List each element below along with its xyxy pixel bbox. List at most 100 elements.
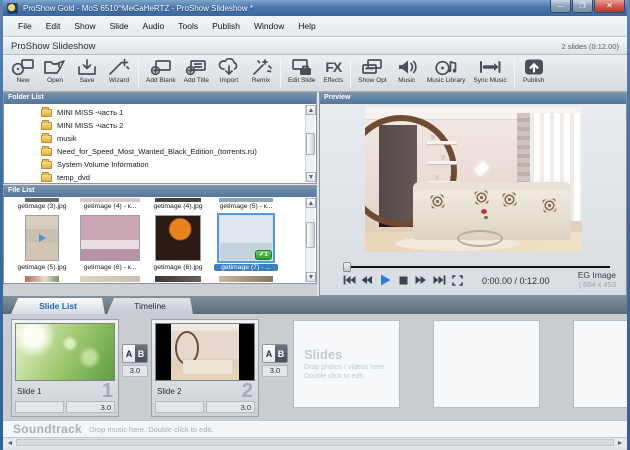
empty-slide-placeholder[interactable] <box>433 320 540 408</box>
file-label[interactable]: getimage (3).jpg <box>10 203 74 210</box>
file-thumbnail[interactable] <box>80 215 140 261</box>
scroll-up-icon[interactable] <box>306 198 316 208</box>
close-button[interactable]: ✕ <box>594 0 625 13</box>
save-show-button[interactable]: Save <box>71 58 103 84</box>
transition-duration[interactable]: 3.0 <box>262 365 288 377</box>
menu-item-publish[interactable]: Publish <box>205 17 247 35</box>
skip-start-button[interactable] <box>342 274 356 286</box>
folder-item[interactable]: Need_for_Speed_Most_Wanted_Black_Edition… <box>4 145 305 158</box>
soundtrack-bar[interactable]: Soundtrack Drop music here. Double click… <box>3 420 627 437</box>
slide-2-thumbnail[interactable] <box>155 323 255 381</box>
app-icon <box>7 3 18 14</box>
menu-item-tools[interactable]: Tools <box>171 17 205 35</box>
file-label[interactable]: getimage (6) - к... <box>78 264 142 271</box>
skip-end-button[interactable] <box>432 274 446 286</box>
file-thumbnail[interactable] <box>155 276 201 282</box>
stop-button[interactable] <box>396 274 410 286</box>
minimize-button[interactable]: — <box>550 0 571 13</box>
file-thumbnail[interactable] <box>219 198 273 202</box>
publish-button[interactable]: Publish <box>518 58 550 84</box>
menu-item-window[interactable]: Window <box>247 17 291 35</box>
folder-item[interactable]: temp_dvd <box>4 171 305 182</box>
slide-duration[interactable]: 3.0 <box>66 401 115 413</box>
slide-2[interactable]: Slide 2 2 3.0 <box>151 319 259 417</box>
transition-button[interactable]: A B <box>122 344 148 363</box>
music-button[interactable]: Music <box>391 58 423 84</box>
toolbar-separator <box>350 59 351 88</box>
slide-option-box[interactable] <box>155 401 204 413</box>
scrollbar-thumb[interactable] <box>306 133 315 155</box>
edit-slide-button[interactable]: Edit Slide <box>284 58 319 84</box>
fast-forward-button[interactable] <box>414 274 428 286</box>
music-library-button[interactable]: Music Library <box>423 58 470 84</box>
menu-item-slide[interactable]: Slide <box>103 17 136 35</box>
slide-1-settings: 3.0 <box>12 401 118 416</box>
horizontal-scrollbar[interactable] <box>3 437 627 447</box>
file-thumbnail[interactable] <box>25 276 59 282</box>
play-button[interactable] <box>378 274 392 286</box>
file-thumbnail-selected[interactable]: ✓1 <box>217 213 275 263</box>
effects-button[interactable]: FX Effects <box>319 58 347 84</box>
fullscreen-button[interactable] <box>450 274 464 286</box>
add-blank-button[interactable]: Add Blank <box>142 58 180 84</box>
folder-list-scrollbar[interactable] <box>305 105 315 182</box>
file-label[interactable]: getimage (6).jpg <box>146 264 210 271</box>
transition-button[interactable]: A B <box>262 344 288 363</box>
show-options-button[interactable]: Show Opt <box>354 58 391 84</box>
new-show-button[interactable]: New <box>7 58 39 84</box>
scroll-up-icon[interactable] <box>306 105 316 115</box>
folder-item[interactable]: musik <box>4 132 305 145</box>
file-label[interactable]: getimage (5) - к... <box>214 203 278 210</box>
tab-slide-list[interactable]: Slide List <box>11 298 105 314</box>
file-label[interactable]: getimage (4).jpg <box>146 203 210 210</box>
rewind-button[interactable] <box>360 274 374 286</box>
menu-item-show[interactable]: Show <box>67 17 102 35</box>
add-title-button[interactable]: Add Title <box>180 58 213 84</box>
file-thumbnail[interactable] <box>219 276 273 282</box>
folder-item[interactable]: System Volume Information <box>4 158 305 171</box>
file-thumbnail[interactable] <box>155 215 201 261</box>
folder-icon <box>41 109 52 117</box>
open-show-button[interactable]: Open <box>39 58 71 84</box>
folder-item[interactable]: MINI MISS -часть 2 <box>4 119 305 132</box>
menu-item-edit[interactable]: Edit <box>39 17 68 35</box>
sync-music-button[interactable]: Sync Music <box>469 58 510 84</box>
scrollbar-thumb[interactable] <box>306 222 315 248</box>
slide-duration[interactable]: 3.0 <box>206 401 255 413</box>
slide-option-box[interactable] <box>15 401 64 413</box>
file-thumbnail[interactable] <box>80 198 140 202</box>
seek-bar[interactable] <box>344 262 610 274</box>
scroll-down-icon[interactable] <box>306 172 316 182</box>
scroll-down-icon[interactable] <box>306 272 316 282</box>
titlebar[interactable]: ProShow Gold - MoS 6510^MeGaHeRTZ - ProS… <box>3 0 627 16</box>
empty-slide-placeholder[interactable]: Slides Drop photos / videos here. Double… <box>293 320 400 408</box>
maximize-button[interactable]: ❐ <box>572 0 593 13</box>
slide-1-thumbnail[interactable] <box>15 323 115 381</box>
scrollbar-thumb[interactable] <box>16 439 614 446</box>
file-thumbnail[interactable] <box>25 215 59 261</box>
file-thumbnail[interactable] <box>155 198 201 202</box>
menu-item-audio[interactable]: Audio <box>136 17 172 35</box>
import-button[interactable]: Import <box>213 58 245 84</box>
file-label[interactable]: getimage (4) - к... <box>78 203 142 210</box>
tab-timeline[interactable]: Timeline <box>107 298 193 314</box>
menubar: File Edit Show Slide Audio Tools Publish… <box>3 16 627 36</box>
file-label[interactable]: getimage (5).jpg <box>10 264 74 271</box>
slide-1[interactable]: Slide 1 1 3.0 <box>11 319 119 417</box>
wizard-button[interactable]: Wizard <box>103 58 135 84</box>
scroll-right-icon[interactable] <box>615 438 625 447</box>
scroll-left-icon[interactable] <box>5 438 15 447</box>
folder-item[interactable]: MINI MISS -часть 1 <box>4 106 305 119</box>
seek-handle[interactable] <box>343 262 351 272</box>
file-thumbnail[interactable] <box>25 198 59 202</box>
folder-icon <box>41 161 52 169</box>
seek-track[interactable] <box>344 266 610 268</box>
file-list-scrollbar[interactable] <box>305 198 315 282</box>
file-thumbnail[interactable] <box>80 276 140 282</box>
remix-button[interactable]: Remix <box>245 58 277 84</box>
menu-item-file[interactable]: File <box>11 17 39 35</box>
menu-item-help[interactable]: Help <box>291 17 322 35</box>
file-label-selected[interactable]: getimage (7) - ... <box>214 264 278 271</box>
transition-duration[interactable]: 3.0 <box>122 365 148 377</box>
empty-slide-placeholder[interactable] <box>573 320 627 408</box>
